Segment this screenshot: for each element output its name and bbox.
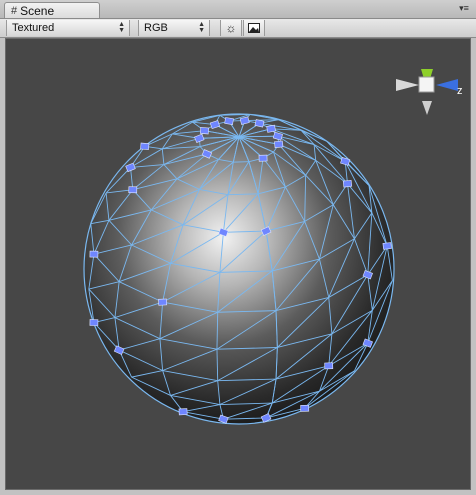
scene-toolbar: Textured ▲ ▼ RGB ▲ ▼ ☼ <box>0 19 476 38</box>
vertex-handle[interactable] <box>266 124 276 133</box>
vertex-handle[interactable] <box>342 179 353 188</box>
gizmo-center-cube[interactable] <box>418 76 435 93</box>
gizmo-x-axis-cone[interactable] <box>396 79 419 91</box>
color-mode-value: RGB <box>144 22 168 34</box>
vertex-handle[interactable] <box>89 250 99 258</box>
render-mode-dropdown[interactable]: Textured ▲ ▼ <box>6 20 130 36</box>
orientation-gizmo[interactable]: z <box>396 69 463 115</box>
color-mode-dropdown[interactable]: RGB ▲ ▼ <box>138 20 210 36</box>
image-toggle[interactable] <box>243 20 265 36</box>
panel-menu-icon[interactable]: ▾≡ <box>458 3 470 13</box>
vertex-handle[interactable] <box>89 319 99 326</box>
sun-icon: ☼ <box>225 21 237 35</box>
vertex-handle[interactable] <box>224 117 234 125</box>
lighting-toggle[interactable]: ☼ <box>220 20 242 36</box>
vertex-handle[interactable] <box>382 242 392 250</box>
render-mode-value: Textured <box>12 22 55 34</box>
scene-viewport[interactable]: z <box>5 38 471 490</box>
tab-bar: # Scene ▾≡ <box>0 0 476 19</box>
vertex-handle[interactable] <box>128 186 138 194</box>
vertex-handle[interactable] <box>258 154 268 162</box>
tab-scene[interactable]: # Scene <box>4 2 100 18</box>
vertex-handle[interactable] <box>199 127 210 135</box>
vertex-handle[interactable] <box>274 140 284 149</box>
gizmo-axis-label: z <box>457 85 463 97</box>
tab-label: Scene <box>20 3 55 18</box>
gizmo-neg-y-axis-cone[interactable] <box>422 101 432 115</box>
grid-icon: # <box>11 4 18 17</box>
dropdown-arrows-icon: ▲ ▼ <box>198 21 205 34</box>
image-icon <box>248 23 260 33</box>
vertex-handle[interactable] <box>300 404 310 412</box>
vertex-handle[interactable] <box>324 362 334 370</box>
vertex-handle[interactable] <box>158 298 168 306</box>
vertex-handle[interactable] <box>140 142 150 150</box>
gizmo-z-axis-cone[interactable] <box>436 79 458 91</box>
scene-canvas[interactable]: z <box>6 39 470 489</box>
dropdown-arrows-icon: ▲ ▼ <box>118 21 125 34</box>
vertex-handle[interactable] <box>178 408 188 416</box>
